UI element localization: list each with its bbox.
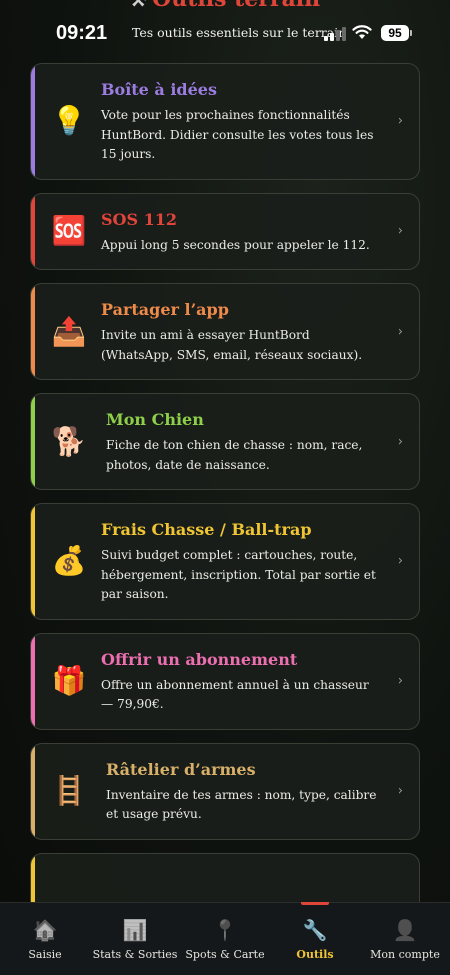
card-accent-bar — [31, 284, 35, 379]
tool-card-description: Offre un abonnement annuel à un chasseur… — [101, 677, 369, 712]
tool-card[interactable]: 📤 Partager l’app Invite un ami à essayer H… — [30, 283, 420, 380]
card-accent-bar — [31, 193, 35, 269]
card-accent-bar — [31, 394, 35, 489]
nav-label: Mon compte — [370, 948, 440, 961]
nav-label: Spots & Carte — [185, 948, 265, 961]
tool-card[interactable]: 💡 Boîte à idées Vote pour les prochaines f… — [30, 63, 420, 180]
tool-card-description: Vote pour les prochaines fonctionnalités… — [101, 108, 374, 161]
chevron-right-icon: › — [397, 783, 403, 799]
status-time: 09:21 — [56, 22, 108, 44]
nav-item-mon-compte[interactable]: 👤 Mon compte — [360, 903, 450, 975]
tool-card-description: Inventaire de tes armes : nom, type, cal… — [106, 787, 377, 822]
money-bag-icon: 💰 — [51, 544, 87, 578]
card-accent-bar — [31, 504, 35, 619]
tool-card-description: Invite un ami à essayer HuntBord (WhatsA… — [101, 328, 363, 362]
status-bar: ⚒ Outils terrain 09:21 Tes outils essenti… — [0, 0, 450, 62]
tool-card-title: Mon Chien — [106, 410, 204, 429]
tool-card-description: Appui long 5 secondes pour appeler le 11… — [101, 237, 370, 252]
tool-card-title: Râtelier d’armes — [106, 759, 256, 779]
house-icon: 🏠 — [32, 918, 58, 942]
chart-icon: 📊 — [122, 918, 148, 942]
chevron-right-icon: › — [397, 324, 403, 339]
card-accent-bar — [31, 633, 35, 729]
screen: ⚒ Outils terrain 09:21 Tes outils essenti… — [0, 0, 450, 975]
nav-label: Saisie — [28, 948, 62, 961]
nav-label: Stats & Sorties — [92, 948, 178, 961]
page-title: ⚒ Outils terrain — [0, 0, 450, 12]
tool-card[interactable]: 💰 Frais Chasse / Ball-trap Suivi budget co… — [30, 503, 420, 620]
card-accent-bar — [31, 64, 35, 179]
tool-card-description: Suivi budget complet : cartouches, route… — [101, 548, 376, 601]
tool-card-title: Boîte à idées — [101, 80, 217, 99]
gift-icon: 🎁 — [51, 664, 87, 697]
tool-card[interactable]: 🪜 Râtelier d’armes Inventaire de tes armes… — [30, 742, 420, 840]
user-icon: 👤 — [392, 918, 418, 942]
wifi-icon — [352, 25, 372, 39]
sos-icon: 🆘 — [51, 214, 87, 248]
tool-card-title: Frais Chasse / Ball-trap — [101, 520, 312, 539]
tool-card[interactable]: 🎁 Offrir un abonnement Offre un abonnement… — [30, 632, 420, 730]
dog-icon: 🐕 — [51, 424, 87, 458]
rack-icon: 🪜 — [51, 774, 87, 807]
page-subtitle: Tes outils essentiels sur le terrain — [132, 25, 347, 40]
chevron-right-icon: › — [397, 434, 403, 449]
active-tab-indicator — [301, 902, 329, 905]
card-accent-bar — [31, 743, 35, 839]
tools-icon: ⚒ — [129, 0, 147, 11]
lightbulb-icon: 💡 — [51, 104, 87, 138]
bottom-navigation: 🏠 Saisie 📊 Stats & Sorties 📍 Spots & Carte 🔧 Ou… — [0, 902, 450, 975]
tool-card[interactable]: 🆘 SOS 112 Appui long 5 secondes pour appel… — [30, 192, 420, 270]
chevron-right-icon: › — [397, 553, 403, 569]
chevron-right-icon: › — [397, 673, 403, 689]
tool-card-title: Partager l’app — [101, 300, 229, 319]
nav-item-spots-carte[interactable]: 📍 Spots & Carte — [180, 903, 270, 975]
nav-item-outils[interactable]: 🔧 Outils — [270, 902, 360, 975]
tool-card-title: SOS 112 — [101, 209, 178, 229]
tools-list: 💡 Boîte à idées Vote pour les prochaines f… — [30, 63, 420, 926]
nav-item-saisie[interactable]: 🏠 Saisie — [0, 903, 90, 975]
nav-item-stats-sorties[interactable]: 📊 Stats & Sorties — [90, 903, 180, 975]
tool-card-title: Offrir un abonnement — [101, 649, 298, 669]
cellular-signal-icon — [324, 27, 346, 41]
chevron-right-icon: › — [397, 113, 403, 129]
tool-card-description: Fiche de ton chien de chasse : nom, race… — [106, 438, 363, 472]
chevron-right-icon: › — [397, 223, 403, 239]
wrench-icon: 🔧 — [302, 918, 328, 942]
share-tray-icon: 📤 — [51, 314, 87, 348]
nav-label: Outils — [296, 948, 334, 961]
page-title-text: Outils terrain — [152, 0, 320, 12]
battery-indicator: 95 — [381, 25, 412, 41]
pin-icon: 📍 — [212, 918, 238, 942]
tool-card[interactable]: 🐕 Mon Chien Fiche de ton chien de chasse :… — [30, 393, 420, 490]
